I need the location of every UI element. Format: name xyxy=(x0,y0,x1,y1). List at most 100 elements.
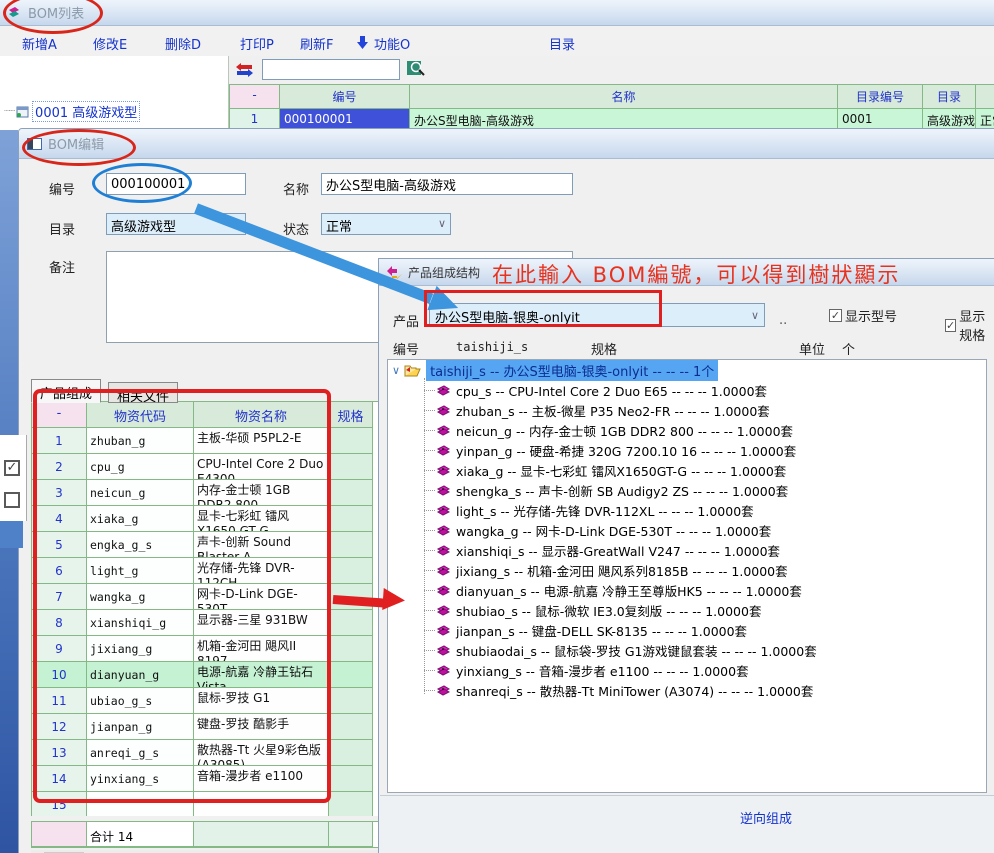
materials-cell-code[interactable]: jixiang_g xyxy=(87,636,194,662)
materials-cell-num[interactable]: 14 xyxy=(32,766,87,792)
materials-cell-spec[interactable] xyxy=(329,714,373,740)
tree-node[interactable]: shubiao_s -- 鼠标-微软 IE3.0复刻版 -- -- -- 1.0… xyxy=(388,600,986,620)
bom-list-titlebar[interactable]: BOM列表 xyxy=(0,0,994,26)
materials-cell-name[interactable]: 内存-金士顿 1GB DDR2 800 xyxy=(194,480,329,506)
materials-cell-num[interactable]: 6 xyxy=(32,558,87,584)
materials-cell-code[interactable]: wangka_g xyxy=(87,584,194,610)
materials-cell-code[interactable]: cpu_g xyxy=(87,454,194,480)
materials-cell-spec[interactable] xyxy=(329,688,373,714)
search-input[interactable] xyxy=(262,59,400,80)
tree-node[interactable]: shanreqi_s -- 散热器-Tt MiniTower (A3074) -… xyxy=(388,680,986,700)
materials-cell-name[interactable]: 声卡-创新 Sound Blaster A xyxy=(194,532,329,558)
materials-cell-code[interactable]: yinxiang_s xyxy=(87,766,194,792)
reverse-composition-link[interactable]: 逆向组成 xyxy=(740,808,792,827)
tree-node[interactable]: shubiaodai_s -- 鼠标袋-罗技 G1游戏键鼠套装 -- -- --… xyxy=(388,640,986,660)
tree-node[interactable]: dianyuan_s -- 电源-航嘉 冷静王至尊版HK5 -- -- -- 1… xyxy=(388,580,986,600)
materials-row[interactable]: 12jianpan_g键盘-罗技 酷影手 xyxy=(32,714,380,740)
materials-cell-name[interactable]: 显卡-七彩虹 镭风X1650 GT-G xyxy=(194,506,329,532)
materials-cell-num[interactable]: 13 xyxy=(32,740,87,766)
materials-row[interactable]: 2cpu_gCPU-Intel Core 2 Duo E4300 xyxy=(32,454,380,480)
materials-cell-num[interactable]: 10 xyxy=(32,662,87,688)
materials-cell-code[interactable] xyxy=(87,792,194,816)
tree-node[interactable]: light_s -- 光存储-先锋 DVR-112XL -- -- -- 1.0… xyxy=(388,500,986,520)
tree-node[interactable]: xianshiqi_s -- 显示器-GreatWall V247 -- -- … xyxy=(388,540,986,560)
materials-cell-num[interactable]: 15 xyxy=(32,792,87,816)
materials-cell-code[interactable]: dianyuan_g xyxy=(87,662,194,688)
refresh-button[interactable]: 刷新F xyxy=(300,34,333,53)
bom-edit-titlebar[interactable]: BOM编辑 xyxy=(19,129,994,159)
tree-node[interactable]: shengka_s -- 声卡-创新 SB Audigy2 ZS -- -- -… xyxy=(388,480,986,500)
materials-row[interactable]: 5engka_g_s声卡-创新 Sound Blaster A xyxy=(32,532,380,558)
materials-cell-name[interactable]: 鼠标-罗技 G1 xyxy=(194,688,329,714)
materials-cell-num[interactable]: 3 xyxy=(32,480,87,506)
add-button[interactable]: 新增A xyxy=(22,34,57,53)
materials-cell-code[interactable]: engka_g_s xyxy=(87,532,194,558)
materials-cell-code[interactable]: light_g xyxy=(87,558,194,584)
bom-code-input[interactable] xyxy=(106,173,246,195)
tree-node[interactable]: zhuban_s -- 主板-微星 P35 Neo2-FR -- -- -- 1… xyxy=(388,400,986,420)
materials-row[interactable]: 6light_g光存储-先锋 DVR-112CH xyxy=(32,558,380,584)
materials-cell-spec[interactable] xyxy=(329,558,373,584)
materials-row[interactable]: 3neicun_g内存-金士顿 1GB DDR2 800 xyxy=(32,480,380,506)
status-select[interactable]: 正常 ∨ xyxy=(321,213,451,235)
expander-chevron-icon[interactable]: ∨ xyxy=(392,364,400,377)
materials-cell-code[interactable]: xianshiqi_g xyxy=(87,610,194,636)
materials-row[interactable]: 10dianyuan_g电源-航嘉 冷静王钻石Vista xyxy=(32,662,380,688)
materials-cell-code[interactable]: xiaka_g xyxy=(87,506,194,532)
swap-icon[interactable] xyxy=(236,62,253,81)
table-cell-cat_code[interactable]: 0001 xyxy=(838,109,923,130)
materials-cell-code[interactable]: zhuban_g xyxy=(87,428,194,454)
materials-cell-num[interactable]: 4 xyxy=(32,506,87,532)
tree-root-node[interactable]: ∨ taishiji_s -- 办公S型电脑-银奥-onlyit -- -- -… xyxy=(388,360,986,380)
materials-cell-spec[interactable] xyxy=(329,428,373,454)
materials-cell-code[interactable]: neicun_g xyxy=(87,480,194,506)
materials-row[interactable]: 15 xyxy=(32,792,380,816)
tree-node[interactable]: yinpan_g -- 硬盘-希捷 320G 7200.10 16 -- -- … xyxy=(388,440,986,460)
materials-cell-num[interactable]: 1 xyxy=(32,428,87,454)
delete-button[interactable]: 删除D xyxy=(165,34,201,53)
tab-related-files[interactable]: 相关文件 xyxy=(108,382,178,403)
materials-cell-spec[interactable] xyxy=(329,662,373,688)
materials-cell-name[interactable]: 光存储-先锋 DVR-112CH xyxy=(194,558,329,584)
show-model-checkbox[interactable]: ✓ 显示型号 xyxy=(829,306,897,325)
materials-cell-num[interactable]: 11 xyxy=(32,688,87,714)
functions-button[interactable]: 功能O xyxy=(374,34,410,53)
tab-product-composition[interactable]: 产品组成 xyxy=(31,379,101,403)
materials-cell-num[interactable]: 12 xyxy=(32,714,87,740)
materials-row[interactable]: 14yinxiang_s音箱-漫步者 e1100 xyxy=(32,766,380,792)
tree-node[interactable]: yinxiang_s -- 音箱-漫步者 e1100 -- -- -- 1.00… xyxy=(388,660,986,680)
checkbox-checked[interactable]: ✓ xyxy=(4,460,20,476)
browse-dots[interactable]: .. xyxy=(779,313,787,328)
materials-cell-spec[interactable] xyxy=(329,636,373,662)
table-cell-name[interactable]: 办公S型电脑-高级游戏 xyxy=(410,109,838,130)
catalog-tree-item[interactable]: ┈┈ 0001 高级游戏型 xyxy=(4,102,139,121)
materials-cell-name[interactable]: 电源-航嘉 冷静王钻石Vista xyxy=(194,662,329,688)
materials-row[interactable]: 9jixiang_g机箱-金河田 飓风II 8197 xyxy=(32,636,380,662)
tree-node[interactable]: xiaka_g -- 显卡-七彩虹 镭风X1650GT-G -- -- -- 1… xyxy=(388,460,986,480)
search-magnifier-icon[interactable] xyxy=(407,59,426,82)
materials-cell-num[interactable]: 5 xyxy=(32,532,87,558)
materials-cell-num[interactable]: 8 xyxy=(32,610,87,636)
materials-cell-spec[interactable] xyxy=(329,532,373,558)
tree-node[interactable]: wangka_g -- 网卡-D-Link DGE-530T -- -- -- … xyxy=(388,520,986,540)
product-structure-titlebar[interactable]: 产品组成结构 xyxy=(379,259,994,286)
materials-cell-name[interactable]: 散热器-Tt 火星9彩色版 (A3085) xyxy=(194,740,329,766)
materials-cell-code[interactable]: anreqi_g_s xyxy=(87,740,194,766)
materials-cell-spec[interactable] xyxy=(329,584,373,610)
table-cell-num[interactable]: 1 xyxy=(230,109,280,130)
materials-row[interactable]: 7wangka_g网卡-D-Link DGE-530T xyxy=(32,584,380,610)
materials-cell-code[interactable]: ubiao_g_s xyxy=(87,688,194,714)
tree-node[interactable]: jixiang_s -- 机箱-金河田 飓风系列8185B -- -- -- 1… xyxy=(388,560,986,580)
materials-cell-spec[interactable] xyxy=(329,454,373,480)
tree-node[interactable]: jianpan_s -- 键盘-DELL SK-8135 -- -- -- 1.… xyxy=(388,620,986,640)
tree-node[interactable]: cpu_s -- CPU-Intel Core 2 Duo E65 -- -- … xyxy=(388,380,986,400)
materials-row[interactable]: 13anreqi_g_s散热器-Tt 火星9彩色版 (A3085) xyxy=(32,740,380,766)
materials-cell-spec[interactable] xyxy=(329,610,373,636)
table-row[interactable]: 1000100001办公S型电脑-高级游戏0001高级游戏型正常 xyxy=(230,109,994,130)
table-cell-status[interactable]: 正常 xyxy=(976,109,994,130)
table-cell-code[interactable]: 000100001 xyxy=(280,109,410,130)
checkbox-unchecked[interactable] xyxy=(4,492,20,508)
print-button[interactable]: 打印P xyxy=(240,34,274,53)
materials-cell-name[interactable]: 主板-华硕 P5PL2-E xyxy=(194,428,329,454)
materials-cell-name[interactable] xyxy=(194,792,329,816)
